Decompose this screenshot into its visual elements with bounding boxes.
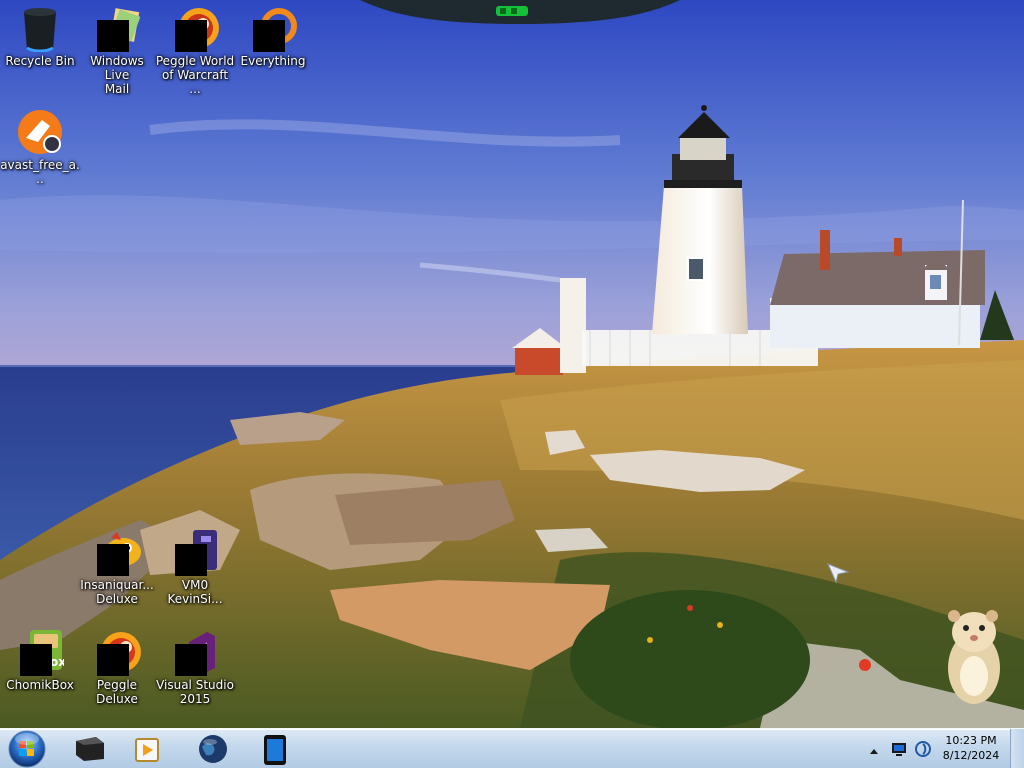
chomikbox-icon: ox — [16, 628, 66, 676]
desktop-icon-insaniquarium[interactable]: Insaniquar... Deluxe — [77, 528, 157, 606]
taskbar-pinned-app-4[interactable] — [248, 731, 302, 767]
insaniquarium-icon — [93, 528, 141, 576]
taskbar-pinned-app-2[interactable] — [122, 731, 176, 767]
taskbar-pinned-app-3[interactable] — [186, 731, 240, 767]
desktop-icon-peggle-wow[interactable]: Peggle World of Warcraft ... — [155, 4, 235, 96]
desktop-icon-label: Everything — [240, 54, 306, 68]
show-hidden-icons-button[interactable] — [868, 743, 880, 762]
desktop-icon-label: Peggle World of Warcraft ... — [155, 54, 235, 96]
start-button[interactable] — [6, 729, 48, 768]
desktop-icon-label: Insaniquar... Deluxe — [80, 578, 154, 606]
redacted-block — [97, 20, 129, 52]
desktop-icon-label: avast_free_a... — [0, 158, 80, 186]
swirl-icon — [915, 741, 931, 757]
desktop-icon-label: VM0 KevinSi... — [167, 578, 223, 606]
desktop-icon-peggle-deluxe[interactable]: Peggle Deluxe — [77, 628, 157, 706]
cursor-icon — [827, 563, 850, 584]
desktop-icon-label: ChomikBox — [6, 678, 74, 692]
hamster-gadget[interactable] — [940, 606, 1008, 710]
redacted-block — [97, 544, 129, 576]
redacted-block — [175, 544, 207, 576]
chevron-up-icon — [870, 749, 878, 754]
taskbar: 10:23 PM 8/12/2024 — [0, 728, 1024, 768]
desktop-icon-avast[interactable]: avast_free_a... — [0, 108, 80, 186]
clock-time: 10:23 PM — [945, 734, 997, 747]
taskbar-clock[interactable]: 10:23 PM 8/12/2024 — [936, 733, 1006, 763]
monitor-icon — [892, 743, 906, 756]
avast-icon — [16, 108, 64, 156]
lighthouse-landscape — [0, 0, 1024, 728]
clock-date: 8/12/2024 — [942, 749, 1000, 762]
media-player-icon — [135, 738, 159, 762]
redacted-block — [20, 644, 52, 676]
desktop-icon-recycle-bin[interactable]: Recycle Bin — [0, 4, 80, 68]
peggle-wow-icon — [171, 4, 219, 52]
tray-network-icon-button[interactable] — [890, 740, 908, 762]
windows-orb-icon — [8, 730, 46, 768]
desktop-icon-everything[interactable]: Everything — [233, 4, 313, 68]
dark-box-icon — [76, 737, 104, 761]
desktop-icon-windows-live-mail[interactable]: Windows Live Mail — [77, 4, 157, 96]
top-gadget-bar[interactable] — [360, 0, 680, 26]
desktop-icon-label: Peggle Deluxe — [96, 678, 138, 706]
show-desktop-button[interactable] — [1010, 729, 1024, 768]
desktop-icon-label: Visual Studio 2015 — [156, 678, 234, 706]
desktop-icon-vm[interactable]: VM0 KevinSi... — [155, 528, 235, 606]
desktop-icon-label: Windows Live Mail — [90, 54, 144, 96]
visual-studio-icon — [171, 628, 219, 676]
desktop-icon-chomikbox[interactable]: ox ChomikBox — [0, 628, 80, 692]
desktop-icon-label: Recycle Bin — [5, 54, 75, 68]
tablet-icon — [264, 735, 286, 765]
peggle-icon — [93, 628, 141, 676]
redacted-block — [97, 644, 129, 676]
globe-icon — [199, 735, 227, 763]
search-ring-icon — [249, 4, 297, 52]
mail-icon — [93, 4, 141, 52]
redacted-block — [175, 20, 207, 52]
redacted-block — [175, 644, 207, 676]
svg-text:ox: ox — [50, 655, 64, 669]
taskbar-pinned-app-1[interactable] — [62, 731, 116, 767]
desktop-icon-visual-studio[interactable]: Visual Studio 2015 — [155, 628, 235, 706]
recycle-bin-icon — [16, 4, 64, 53]
vm-icon — [171, 528, 219, 576]
redacted-block — [253, 20, 285, 52]
tray-app-icon-button[interactable] — [914, 740, 932, 762]
desktop-wallpaper — [0, 0, 1024, 728]
